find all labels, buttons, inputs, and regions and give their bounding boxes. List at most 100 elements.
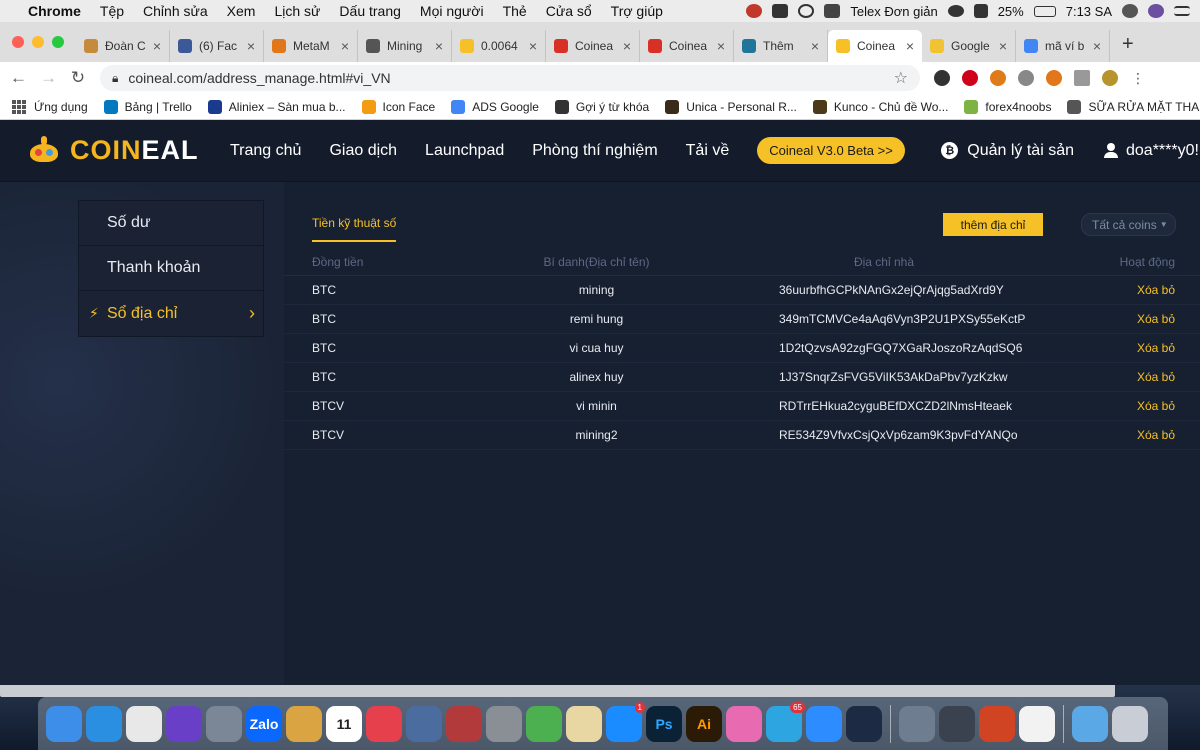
delete-address-link[interactable]: Xóa bỏ	[1137, 283, 1175, 297]
menu-help[interactable]: Trợ giúp	[611, 3, 663, 19]
add-address-button[interactable]: thêm địa chỉ	[943, 213, 1043, 236]
bookmark-item[interactable]: Gợi ý từ khóa	[554, 99, 649, 114]
search-icon[interactable]	[1122, 4, 1138, 18]
dock-app-system-preferences-icon[interactable]	[486, 705, 522, 742]
menu-file[interactable]: Tệp	[100, 3, 124, 19]
dock-app-safari-icon[interactable]	[86, 705, 122, 742]
tab-digital-currency[interactable]: Tiền kỹ thuật số	[312, 202, 397, 242]
browser-tab[interactable]: Coinea ×	[828, 30, 922, 62]
dock-app-folder-pink-icon[interactable]	[726, 705, 762, 742]
tab-close-icon[interactable]: ×	[906, 38, 914, 54]
zoom-window-button[interactable]	[52, 36, 64, 48]
input-method-label[interactable]: Telex Đơn giản	[850, 4, 937, 19]
nav-home[interactable]: Trang chủ	[230, 142, 301, 160]
dock-app-zoom-icon[interactable]	[806, 705, 842, 742]
browser-tab[interactable]: Coinea ×	[640, 30, 734, 62]
user-account-menu[interactable]: doa****y0!	[1104, 142, 1200, 160]
user-avatar-icon[interactable]	[1148, 4, 1164, 18]
delete-address-link[interactable]: Xóa bỏ	[1137, 428, 1175, 442]
tab-close-icon[interactable]: ×	[341, 38, 349, 54]
battery-percent[interactable]: 25%	[998, 4, 1024, 19]
menu-bookmarks[interactable]: Dấu trang	[339, 3, 400, 19]
extension-playlist-icon[interactable]	[1074, 70, 1090, 86]
menu-history[interactable]: Lịch sử	[274, 3, 320, 19]
tab-close-icon[interactable]: ×	[717, 38, 725, 54]
bookmark-item[interactable]: SỮA RỬA MẶT THA...	[1067, 99, 1200, 114]
bookmark-star-icon[interactable]: ☆	[894, 68, 908, 88]
bookmark-item[interactable]: Unica - Personal R...	[665, 99, 797, 114]
notification-badge-icon[interactable]	[746, 4, 763, 18]
nav-trade[interactable]: Giao dịch	[329, 142, 397, 160]
address-bar[interactable]: 🔒︎ coineal.com/address_manage.html#vi_VN…	[100, 65, 920, 91]
tab-close-icon[interactable]: ×	[435, 38, 443, 54]
asset-management-link[interactable]: ₿ Quản lý tài sản	[941, 142, 1074, 160]
dock-app-image-capture-icon[interactable]	[899, 705, 935, 742]
browser-tab[interactable]: Mining ×	[358, 30, 452, 62]
extension-cookie-icon[interactable]	[990, 70, 1006, 86]
dock-app-telegram-icon[interactable]: 65	[766, 701, 805, 742]
dock-app-quicktime-icon[interactable]	[939, 705, 975, 742]
menu-people[interactable]: Mọi người	[420, 3, 484, 19]
tab-close-icon[interactable]: ×	[153, 38, 161, 54]
browser-tab[interactable]: Coinea ×	[546, 30, 640, 62]
clock[interactable]: 7:13 SA	[1066, 4, 1112, 19]
profile-avatar-icon[interactable]	[1102, 70, 1118, 86]
browser-tab[interactable]: MetaM ×	[264, 30, 358, 62]
spotlight-search-icon[interactable]	[798, 4, 815, 18]
lock-icon[interactable]: 🔒︎	[112, 71, 118, 86]
dock-app-photo-booth-icon[interactable]	[446, 705, 482, 742]
dock-app-notes-icon[interactable]	[286, 705, 322, 742]
battery-icon[interactable]	[1033, 5, 1056, 17]
dock-app-chrome-icon[interactable]	[126, 705, 162, 742]
nav-launchpad[interactable]: Launchpad	[425, 142, 504, 160]
volume-icon[interactable]	[973, 4, 988, 18]
delete-address-link[interactable]: Xóa bỏ	[1137, 399, 1175, 413]
nav-download[interactable]: Tải về	[686, 142, 730, 160]
new-tab-button[interactable]: +	[1122, 33, 1134, 56]
bookmark-item[interactable]: Ứng dụng	[12, 99, 88, 114]
wifi-icon[interactable]	[947, 5, 964, 17]
extension-metamask-icon[interactable]	[1046, 70, 1062, 86]
extension-incognito-icon[interactable]	[934, 70, 950, 86]
bookmark-item[interactable]: ADS Google	[451, 99, 539, 114]
dock-app-siri-icon[interactable]	[166, 705, 202, 742]
coin-filter-select[interactable]: Tất cả coins ▼	[1081, 213, 1176, 236]
delete-address-link[interactable]: Xóa bỏ	[1137, 312, 1175, 326]
dock-app-launchpad-icon[interactable]	[206, 705, 242, 742]
reload-icon[interactable]: ↻	[70, 68, 86, 88]
sidebar-item-address-book[interactable]: ⚡︎ Sổ địa chỉ ›	[79, 291, 263, 336]
dock-app-word-doc-icon[interactable]	[1019, 705, 1055, 742]
dock-app-react-icon[interactable]	[846, 705, 882, 742]
tab-close-icon[interactable]: ×	[1093, 38, 1101, 54]
menu-tab[interactable]: Thẻ	[503, 3, 527, 19]
bookmark-item[interactable]: Kunco - Chủ đề Wo...	[812, 99, 948, 114]
bookmark-item[interactable]: Icon Face	[361, 99, 435, 114]
tab-close-icon[interactable]: ×	[811, 38, 819, 54]
dock-app-powerpoint-icon[interactable]	[979, 705, 1015, 742]
tab-close-icon[interactable]: ×	[623, 38, 631, 54]
sidebar-item-balance[interactable]: Số dư	[79, 201, 263, 246]
dock-app-calendar-icon[interactable]: 11	[326, 705, 362, 742]
chrome-menu-icon[interactable]: ⋮	[1130, 70, 1146, 86]
tab-close-icon[interactable]: ×	[999, 38, 1007, 54]
input-method-icon[interactable]	[824, 4, 841, 18]
browser-tab[interactable]: 0.0064 ×	[452, 30, 546, 62]
dock-app-preview-icon[interactable]	[566, 705, 602, 742]
forward-icon[interactable]: →	[40, 68, 57, 88]
delete-address-link[interactable]: Xóa bỏ	[1137, 370, 1175, 384]
nav-lab[interactable]: Phòng thí nghiệm	[532, 142, 657, 160]
extension-globe-icon[interactable]	[1018, 70, 1034, 86]
horizontal-scrollbar[interactable]	[0, 685, 1115, 697]
dock-app-illustrator-icon[interactable]: Ai	[686, 705, 722, 742]
delete-address-link[interactable]: Xóa bỏ	[1137, 341, 1175, 355]
browser-tab[interactable]: Đoàn C ×	[76, 30, 170, 62]
back-icon[interactable]: ←	[10, 68, 27, 88]
menu-edit[interactable]: Chỉnh sửa	[143, 3, 208, 19]
dock-app-photoshop-icon[interactable]: Ps	[646, 705, 682, 742]
menu-window[interactable]: Cửa sổ	[546, 3, 592, 19]
coineal-logo[interactable]: COINEAL	[26, 135, 230, 166]
beta-version-button[interactable]: Coineal V3.0 Beta >>	[757, 137, 905, 164]
browser-tab[interactable]: Google ×	[922, 30, 1016, 62]
dock-app-trash-icon[interactable]	[1112, 705, 1148, 742]
dock-app-finder-icon[interactable]	[46, 705, 82, 742]
